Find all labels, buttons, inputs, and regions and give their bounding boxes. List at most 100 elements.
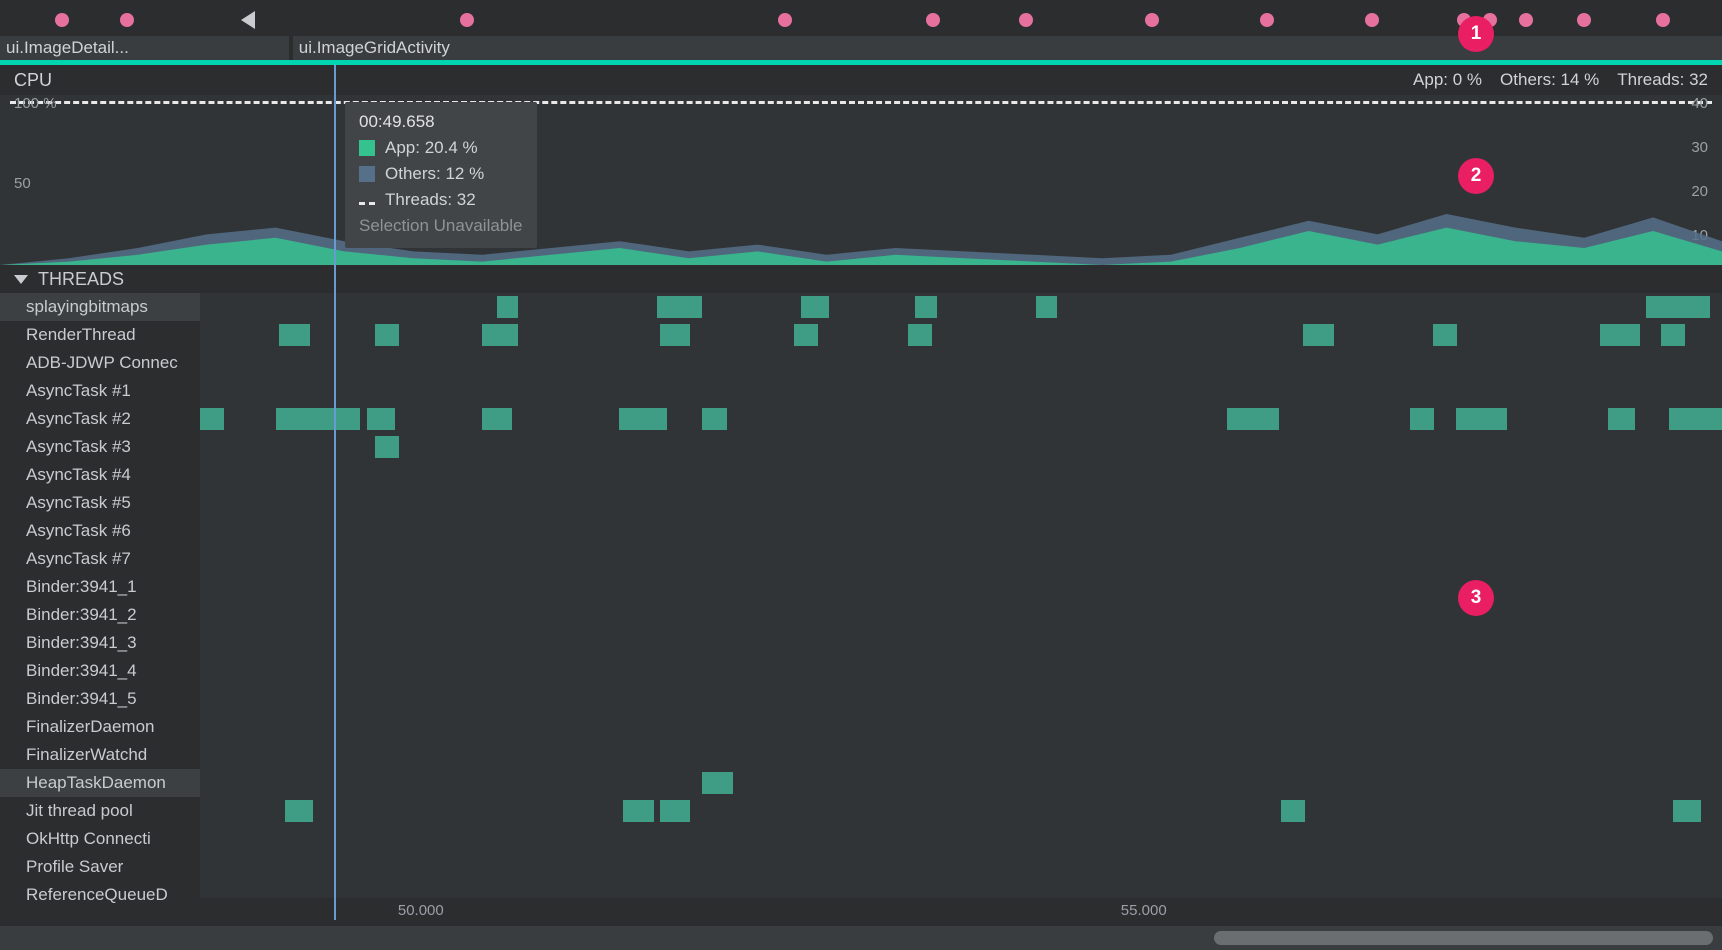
thread-label[interactable]: Binder:3941_4 <box>0 657 200 685</box>
thread-activity-block[interactable] <box>1303 324 1333 346</box>
thread-label[interactable]: OkHttp Connecti <box>0 825 200 853</box>
thread-activity-block[interactable] <box>660 324 690 346</box>
thread-activity-block[interactable] <box>482 408 512 430</box>
horizontal-scrollbar[interactable] <box>0 926 1722 950</box>
thread-label[interactable]: ReferenceQueueD <box>0 881 200 909</box>
event-dot-icon[interactable] <box>1019 13 1033 27</box>
thread-activity-block[interactable] <box>1689 296 1710 318</box>
thread-row[interactable] <box>200 741 1722 769</box>
thread-activity-block[interactable] <box>908 324 932 346</box>
thread-activity-block[interactable] <box>702 772 732 794</box>
activity-segment[interactable]: ui.ImageDetail... <box>0 36 289 60</box>
event-dot-icon[interactable] <box>926 13 940 27</box>
thread-activity-block[interactable] <box>801 296 828 318</box>
event-dot-icon[interactable] <box>778 13 792 27</box>
thread-activity-block[interactable] <box>1661 324 1685 346</box>
thread-activity-block[interactable] <box>660 800 690 822</box>
thread-row[interactable] <box>200 629 1722 657</box>
thread-row[interactable] <box>200 797 1722 825</box>
thread-activity-block[interactable] <box>367 408 394 430</box>
threads-header[interactable]: THREADS <box>0 265 1722 293</box>
thread-activity-block[interactable] <box>1456 408 1508 430</box>
thread-row[interactable] <box>200 461 1722 489</box>
thread-activity-block[interactable] <box>1669 408 1722 430</box>
event-dot-icon[interactable] <box>1260 13 1274 27</box>
thread-activity-block[interactable] <box>375 436 399 458</box>
thread-label[interactable]: Binder:3941_1 <box>0 573 200 601</box>
event-dot-icon[interactable] <box>120 13 134 27</box>
thread-row[interactable] <box>200 685 1722 713</box>
thread-activity-block[interactable] <box>276 408 360 430</box>
thread-row[interactable] <box>200 769 1722 797</box>
thread-activity-block[interactable] <box>1673 800 1700 822</box>
event-dot-icon[interactable] <box>1365 13 1379 27</box>
thread-activity-block[interactable] <box>1036 296 1057 318</box>
thread-activity-block[interactable] <box>1281 800 1305 822</box>
thread-label[interactable]: Binder:3941_5 <box>0 685 200 713</box>
thread-label[interactable]: AsyncTask #6 <box>0 517 200 545</box>
thread-label[interactable]: FinalizerDaemon <box>0 713 200 741</box>
thread-activity-block[interactable] <box>482 324 519 346</box>
thread-activity-block[interactable] <box>702 408 726 430</box>
time-cursor[interactable] <box>334 65 336 920</box>
thread-activity-block[interactable] <box>915 296 936 318</box>
thread-row[interactable] <box>200 293 1722 321</box>
thread-label[interactable]: AsyncTask #7 <box>0 545 200 573</box>
thread-activity-block[interactable] <box>200 408 224 430</box>
thread-row[interactable] <box>200 377 1722 405</box>
thread-row[interactable] <box>200 601 1722 629</box>
thread-activity-block[interactable] <box>1227 408 1279 430</box>
thread-activity-block[interactable] <box>375 324 399 346</box>
thread-row[interactable] <box>200 825 1722 853</box>
others-swatch <box>359 166 375 182</box>
thread-label[interactable]: Profile Saver <box>0 853 200 881</box>
disclosure-triangle-icon[interactable] <box>14 275 28 284</box>
thread-label[interactable]: Binder:3941_2 <box>0 601 200 629</box>
thread-label[interactable]: AsyncTask #4 <box>0 461 200 489</box>
thread-label[interactable]: AsyncTask #5 <box>0 489 200 517</box>
thread-activity-canvas[interactable] <box>200 293 1722 913</box>
thread-activity-block[interactable] <box>279 324 309 346</box>
thread-row[interactable] <box>200 349 1722 377</box>
thread-row[interactable] <box>200 713 1722 741</box>
event-dot-icon[interactable] <box>1145 13 1159 27</box>
thread-activity-block[interactable] <box>1608 408 1635 430</box>
thread-activity-block[interactable] <box>619 408 668 430</box>
event-dot-icon[interactable] <box>1519 13 1533 27</box>
thread-label[interactable]: Binder:3941_3 <box>0 629 200 657</box>
thread-label[interactable]: AsyncTask #2 <box>0 405 200 433</box>
thread-label[interactable]: RenderThread <box>0 321 200 349</box>
thread-label[interactable]: FinalizerWatchd <box>0 741 200 769</box>
scrollbar-thumb[interactable] <box>1214 931 1713 945</box>
thread-row[interactable] <box>200 321 1722 349</box>
thread-activity-block[interactable] <box>794 324 818 346</box>
thread-row[interactable] <box>200 405 1722 433</box>
thread-row[interactable] <box>200 433 1722 461</box>
thread-activity-block[interactable] <box>1433 324 1457 346</box>
thread-label[interactable]: AsyncTask #3 <box>0 433 200 461</box>
thread-label[interactable]: Jit thread pool <box>0 797 200 825</box>
thread-row[interactable] <box>200 489 1722 517</box>
event-dot-icon[interactable] <box>55 13 69 27</box>
thread-row[interactable] <box>200 657 1722 685</box>
thread-activity-block[interactable] <box>285 800 312 822</box>
thread-activity-block[interactable] <box>1600 324 1640 346</box>
tooltip-footer: Selection Unavailable <box>359 216 523 236</box>
activity-segment[interactable]: ui.ImageGridActivity <box>293 36 1722 60</box>
thread-label[interactable]: splayingbitmaps <box>0 293 200 321</box>
thread-row[interactable] <box>200 517 1722 545</box>
event-dot-icon[interactable] <box>460 13 474 27</box>
thread-label[interactable]: ADB-JDWP Connec <box>0 349 200 377</box>
event-dot-icon[interactable] <box>1656 13 1670 27</box>
event-dot-icon[interactable] <box>1577 13 1591 27</box>
thread-activity-block[interactable] <box>497 296 518 318</box>
thread-label[interactable]: HeapTaskDaemon <box>0 769 200 797</box>
cpu-threads-stat: Threads: 32 <box>1617 70 1708 90</box>
thread-label[interactable]: AsyncTask #1 <box>0 377 200 405</box>
thread-activity-block[interactable] <box>657 296 703 318</box>
annotation-callout: 1 <box>1458 16 1494 52</box>
thread-activity-block[interactable] <box>623 800 653 822</box>
thread-row[interactable] <box>200 853 1722 881</box>
thread-activity-block[interactable] <box>1410 408 1434 430</box>
thread-row[interactable] <box>200 545 1722 573</box>
